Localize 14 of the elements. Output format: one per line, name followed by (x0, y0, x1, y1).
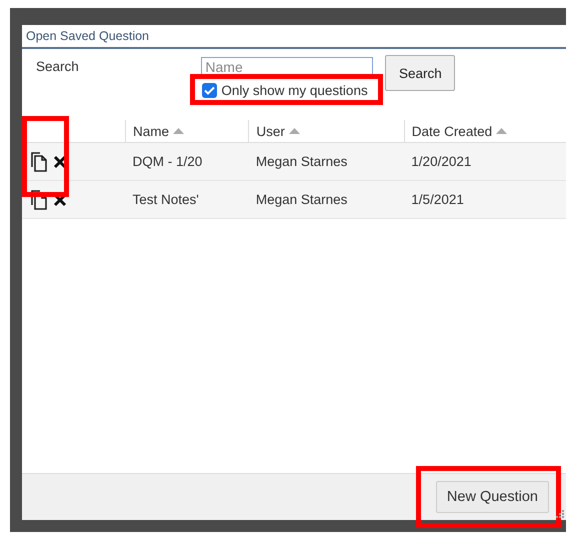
new-question-button[interactable]: New Question (436, 481, 549, 513)
column-header[interactable]: Name (133, 124, 170, 138)
table-cell: 1/20/2021 (411, 154, 472, 169)
table-cell: Megan Starnes (256, 154, 348, 169)
checkbox-label: Only show my questions (221, 83, 368, 98)
search-button[interactable]: Search (385, 55, 456, 91)
column-header[interactable]: User (256, 124, 285, 138)
table-cell: Megan Starnes (256, 192, 348, 207)
table-cell: Test Notes' (132, 192, 199, 207)
search-label: Search (36, 59, 80, 74)
table-cell: 1/5/2021 (411, 192, 464, 207)
table-cell: DQM - 1/20 (132, 154, 202, 169)
window-title: Open Saved Question (22, 25, 566, 49)
column-header[interactable]: Date Created (412, 124, 492, 138)
